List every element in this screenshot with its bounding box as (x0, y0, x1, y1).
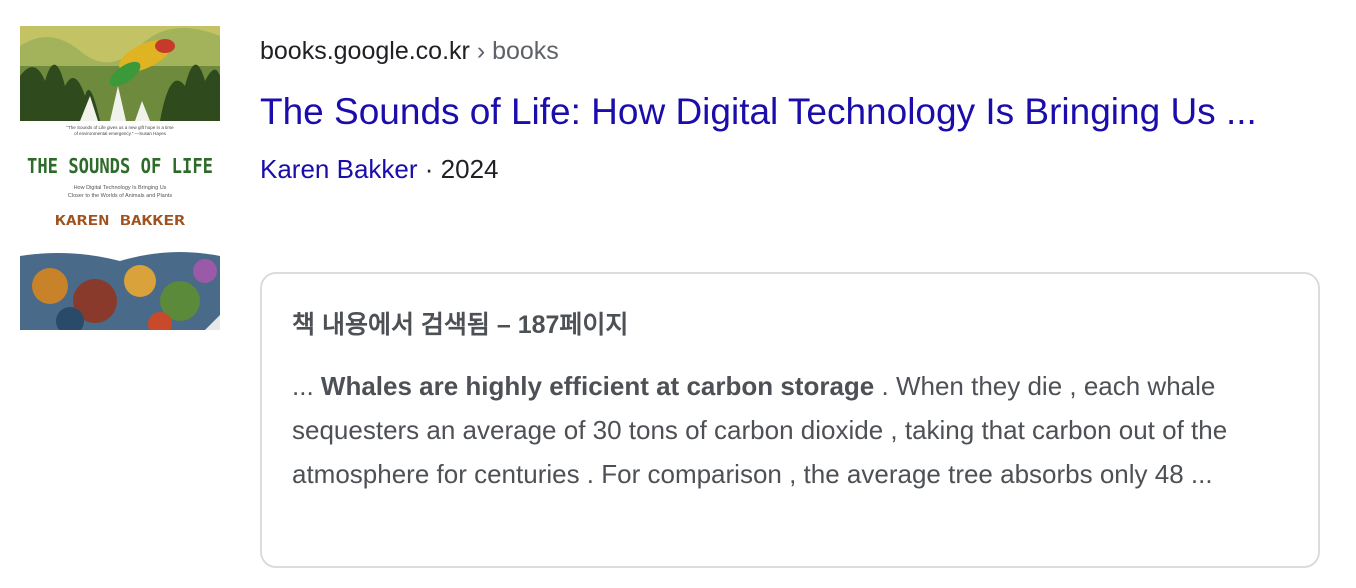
cover-quote-line-2: of environmental emergency." —Susan Haye… (74, 131, 167, 136)
breadcrumb-domain: books.google.co.kr (260, 37, 470, 65)
cover-subtitle-line-2: Closer to the Worlds of Animals and Plan… (68, 193, 172, 199)
cover-title: THE SOUNDS OF LIFE (27, 154, 213, 178)
book-cover-image: "The Sounds of Life gives us a new gift … (20, 26, 220, 330)
book-snippet-card[interactable]: 책 내용에서 검색됨 – 187페이지 ... Whales are highl… (260, 272, 1320, 568)
result-breadcrumb[interactable]: books.google.co.kr › books (260, 34, 1330, 68)
author-link[interactable]: Karen Bakker (260, 154, 418, 184)
book-cover-thumbnail[interactable]: "The Sounds of Life gives us a new gift … (20, 26, 220, 330)
snippet-header: 책 내용에서 검색됨 – 187페이지 (292, 311, 629, 339)
breadcrumb-separator: › (476, 37, 493, 65)
search-result: "The Sounds of Life gives us a new gift … (0, 0, 1356, 588)
snippet-highlight: Whales are highly efficient at carbon st… (320, 371, 875, 401)
publication-year: 2024 (440, 154, 499, 184)
result-title-link[interactable]: The Sounds of Life: How Digital Technolo… (260, 85, 1320, 138)
byline-separator: · (424, 154, 441, 184)
cover-author: KAREN BAKKER (55, 214, 185, 229)
cover-subtitle-line-1: How Digital Technology Is Bringing Us (74, 185, 167, 191)
result-byline: Karen Bakker · 2024 (260, 152, 1330, 186)
breadcrumb-path: books (492, 37, 559, 65)
snippet-prefix: ... (292, 371, 321, 401)
snippet-text: ... Whales are highly efficient at carbo… (292, 364, 1302, 496)
result-content: books.google.co.kr › books The Sounds of… (260, 34, 1330, 568)
cover-quote-line-1: "The Sounds of Life gives us a new gift … (66, 125, 174, 130)
